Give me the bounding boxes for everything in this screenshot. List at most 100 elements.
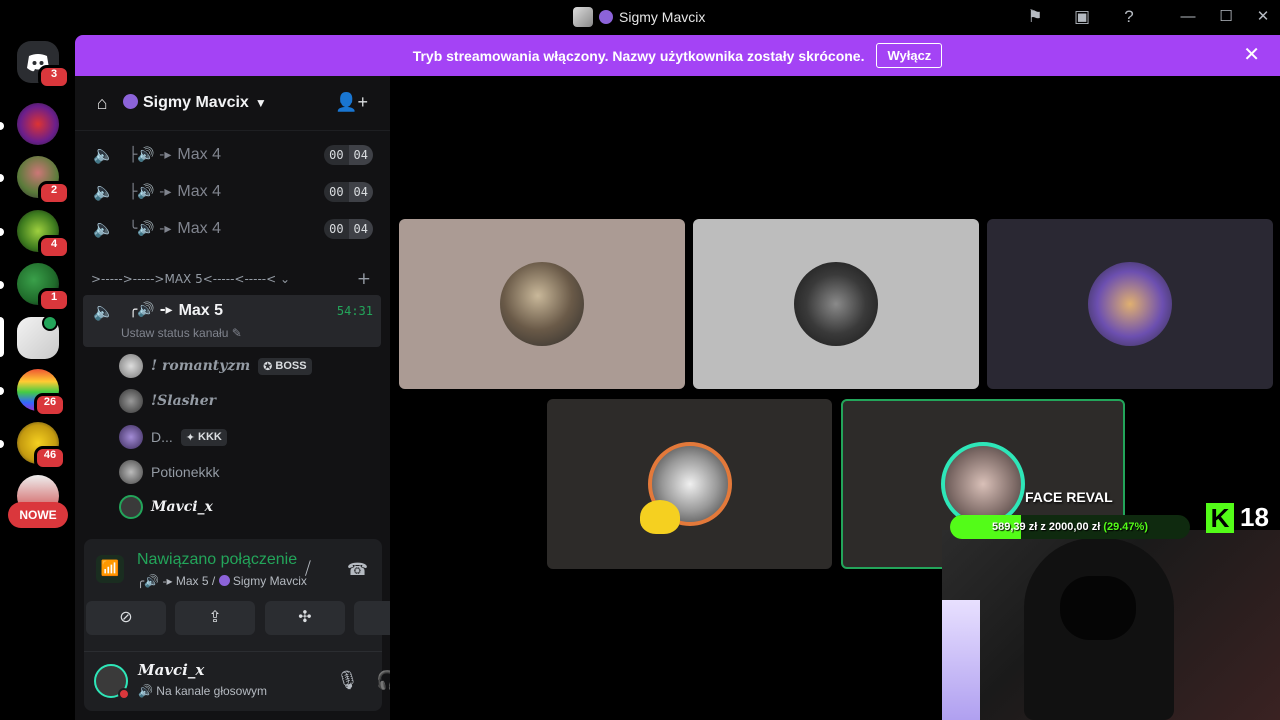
server-emoji-icon	[599, 10, 613, 24]
banner-message: Tryb streamowania włączony. Nazwy użytko…	[412, 47, 865, 64]
channel-name: Max 4	[177, 183, 221, 200]
server-name[interactable]: Sigmy Mavcix	[123, 94, 249, 112]
age-rating: 18	[1240, 502, 1269, 532]
create-channel-icon[interactable]: +	[357, 269, 371, 289]
avatar	[119, 460, 143, 484]
close-window-button[interactable]: ✕	[1252, 6, 1274, 28]
chevron-down-icon[interactable]: ▼	[255, 96, 267, 110]
dnd-status-icon	[118, 688, 130, 700]
unread-pill	[0, 387, 4, 395]
minimize-button[interactable]: —	[1177, 6, 1199, 28]
server-badge: 4	[38, 235, 70, 259]
close-icon[interactable]: ✕	[1243, 44, 1260, 66]
home-badge: 3	[38, 65, 70, 89]
voice-member[interactable]: D... ✦ KKK	[119, 422, 227, 452]
avatar	[119, 354, 143, 378]
unread-pill	[0, 228, 4, 236]
voice-member[interactable]: Potionekkk	[119, 457, 219, 487]
channel-name: Max 4	[177, 220, 221, 237]
server-home-icon[interactable]: ⌂	[91, 92, 113, 114]
category-name: >----->----->MAX 5<-----<-----<	[91, 272, 277, 286]
server-emoji-icon	[218, 575, 230, 586]
participant-avatar	[1088, 262, 1172, 346]
inbox-icon[interactable]: ▣	[1071, 6, 1093, 28]
participant-tile[interactable]	[693, 219, 979, 389]
streamer-mode-banner: Tryb streamowania włączony. Nazwy użytko…	[75, 35, 1280, 76]
channel-name: Max 5	[178, 302, 224, 319]
set-channel-status[interactable]: Ustaw status kanału ✎	[121, 326, 242, 340]
window-title: Sigmy Mavcix	[573, 7, 705, 27]
user-panel: Mavci_x 🔊 Na kanale głosowym 🎙 🎧 ⚙	[84, 651, 433, 711]
tag-icon: ✪	[263, 360, 273, 373]
active-voice-channel[interactable]: 🔈 ╭🔊 -▸ Max 5 54:31 Ustaw status kanału …	[83, 295, 381, 347]
voice-settings-icon[interactable]: ⧸	[305, 559, 311, 579]
channel-prefix: ├🔊 -▸	[129, 184, 172, 200]
screen-share-button[interactable]: ⇪	[175, 601, 255, 635]
user-limit: 00 04	[324, 182, 373, 202]
help-icon[interactable]: ?	[1118, 6, 1140, 28]
server-rail: 3 2 4 1 26 46 NOWE	[0, 35, 75, 720]
energy-can	[942, 600, 980, 720]
voice-member[interactable]: ! romantyzm ✪ BOSS	[119, 351, 312, 381]
voice-channel[interactable]: 🔈 ├🔊 -▸ Max 4 00 04	[83, 138, 381, 172]
participant-tile[interactable]	[547, 399, 832, 569]
voice-status-icon: 🔊	[138, 684, 153, 698]
tag-icon: ✦	[185, 431, 195, 444]
member-name: D...	[151, 429, 173, 445]
masked-face	[1060, 576, 1136, 640]
activities-button[interactable]: ✣	[265, 601, 345, 635]
microphone-icon[interactable]: 🎙	[336, 670, 359, 691]
duck-decoration	[640, 500, 680, 534]
stream-webcam-overlay	[942, 530, 1280, 720]
pencil-icon: ✎	[231, 326, 242, 340]
member-name: !Slasher	[151, 393, 216, 409]
server-badge: 2	[38, 181, 70, 205]
member-tag: ✦ KKK	[180, 428, 227, 446]
goal-text: 589,39 zł z 2000,00 zł (29.47%)	[992, 521, 1148, 533]
voice-member[interactable]: !Slasher	[119, 386, 216, 416]
member-name: Mavci_x	[151, 499, 213, 515]
user-limit: 00 04	[324, 219, 373, 239]
disable-streamer-mode-button[interactable]: Wyłącz	[876, 43, 943, 68]
unread-pill	[0, 174, 4, 182]
server-emoji-icon	[123, 94, 138, 109]
unread-pill	[0, 440, 4, 448]
participant-avatar	[500, 262, 584, 346]
member-name: Potionekkk	[151, 464, 220, 480]
maximize-button[interactable]: ☐	[1215, 6, 1237, 28]
voice-active-icon	[42, 315, 58, 331]
server-thumbnail	[573, 7, 593, 27]
channel-prefix: ╰🔊 -▸	[129, 221, 172, 237]
channel-category[interactable]: >----->----->MAX 5<-----<-----< ⌄ +	[91, 269, 381, 289]
flag-icon[interactable]: ⚑	[1024, 6, 1046, 28]
channel-timer: 54:31	[336, 304, 373, 318]
donation-goal-bar: 589,39 zł z 2000,00 zł (29.47%)	[950, 515, 1190, 539]
voice-connection-panel: 📶 Nawiązano połączenie ╭🔊 -▸ Max 5 / Sig…	[84, 539, 434, 651]
participant-avatar	[794, 262, 878, 346]
camera-off-button[interactable]: ⊘	[86, 601, 166, 635]
chevron-down-icon: ⌄	[280, 272, 291, 286]
voice-channel-icon: 🔈	[93, 302, 115, 321]
add-member-icon[interactable]: 👤+	[335, 92, 368, 113]
voice-locked-icon: 🔈	[93, 219, 115, 238]
participant-tile[interactable]	[399, 219, 685, 389]
server-zakon[interactable]	[17, 103, 59, 145]
kick-logo-icon: K	[1206, 503, 1234, 533]
voice-location[interactable]: ╭🔊 -▸ Max 5 / Sigmy Mavcix	[137, 574, 307, 588]
user-status: 🔊 Na kanale głosowym	[138, 684, 268, 698]
disconnect-icon[interactable]: ☎	[347, 560, 368, 580]
unread-pill	[0, 281, 4, 289]
voice-locked-icon: 🔈	[93, 145, 115, 164]
title-bar: Sigmy Mavcix ⚑ ▣ ? — ☐ ✕	[0, 0, 1280, 35]
signal-icon[interactable]: 📶	[96, 555, 124, 583]
participant-avatar	[941, 442, 1025, 526]
voice-member[interactable]: Mavci_x	[119, 492, 213, 522]
voice-channel[interactable]: 🔈 ╰🔊 -▸ Max 4 00 04	[83, 212, 381, 246]
new-messages-badge[interactable]: NOWE	[8, 502, 68, 528]
participant-tile[interactable]	[987, 219, 1273, 389]
user-name[interactable]: Mavci_x	[138, 661, 204, 679]
server-header[interactable]: ⌂ Sigmy Mavcix ▼ 👤+	[75, 76, 390, 131]
voice-channel[interactable]: 🔈 ├🔊 -▸ Max 4 00 04	[83, 175, 381, 209]
channel-name: Max 4	[177, 146, 221, 163]
channel-prefix: ╭🔊 -▸	[129, 302, 173, 318]
